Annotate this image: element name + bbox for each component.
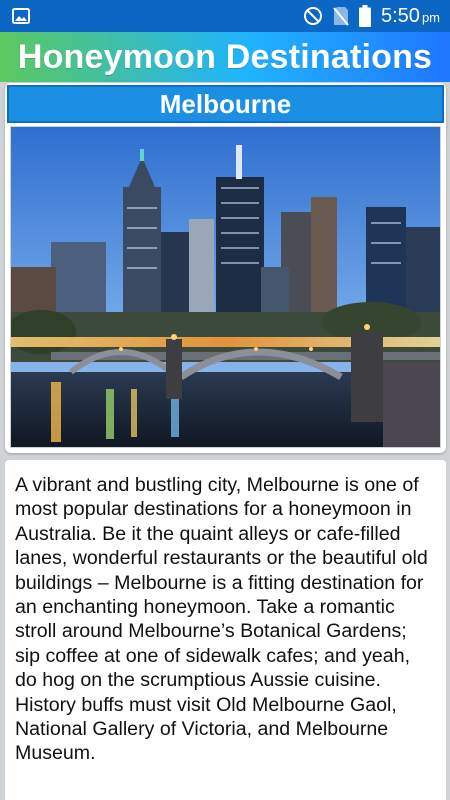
no-sim-icon	[333, 6, 349, 26]
destination-card: Melbourne	[5, 83, 446, 453]
destination-description: A vibrant and bustling city, Melbourne i…	[15, 474, 428, 765]
app-header: Honeymoon Destinations	[0, 32, 450, 82]
status-bar: 5:50 pm	[0, 0, 450, 32]
destination-name: Melbourne	[159, 88, 292, 119]
destination-title-bar: Melbourne	[7, 85, 444, 123]
destination-image	[10, 126, 441, 448]
image-icon	[12, 8, 30, 24]
clock: 5:50 pm	[381, 4, 440, 27]
battery-icon	[359, 5, 371, 27]
do-not-disturb-icon	[303, 6, 323, 26]
description-panel[interactable]: A vibrant and bustling city, Melbourne i…	[5, 460, 446, 800]
page-title: Honeymoon Destinations	[17, 37, 433, 76]
melbourne-skyline-image	[11, 127, 440, 447]
